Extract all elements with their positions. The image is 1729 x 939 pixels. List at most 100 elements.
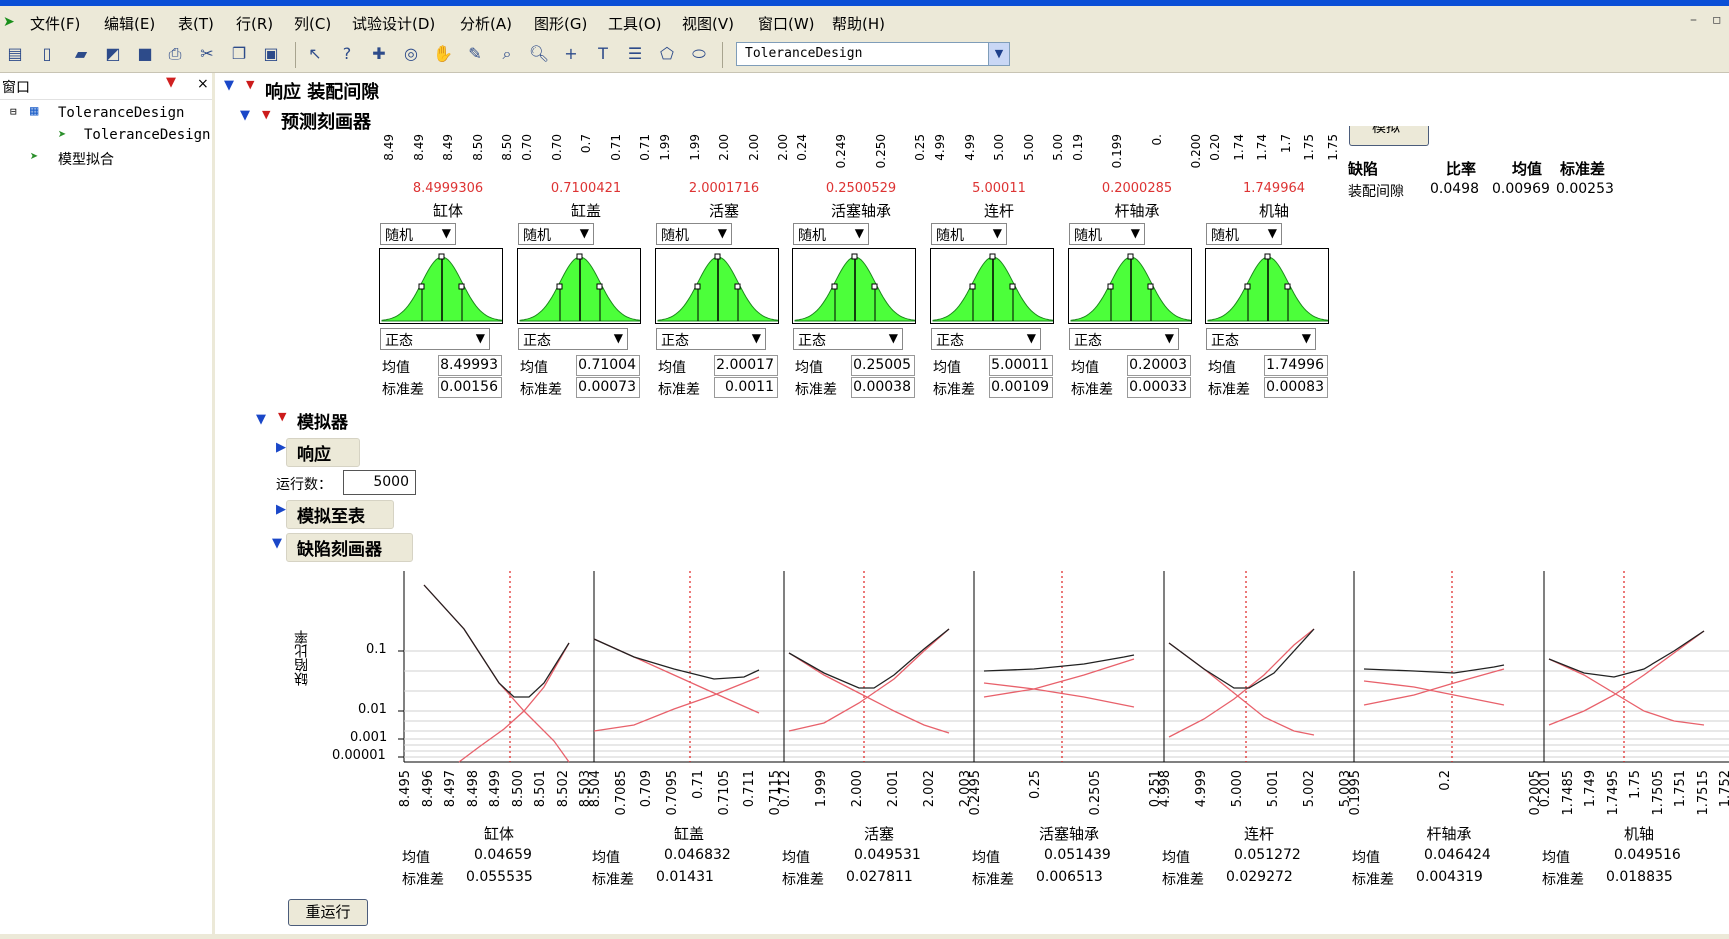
menu-doe[interactable]: 试验设计(D) xyxy=(352,13,435,34)
simulate-to-table-section[interactable]: 模拟至表 xyxy=(286,500,394,529)
tree-item-table[interactable]: ToleranceDesign xyxy=(58,105,184,121)
mean-input[interactable]: 0.25005 xyxy=(851,355,915,376)
chevron-down-icon[interactable]: ▼ xyxy=(1131,226,1140,240)
factor-current-value[interactable]: 0.2500529 xyxy=(801,181,921,196)
sd-input[interactable]: 0.00109 xyxy=(989,377,1053,398)
distribution-plot[interactable] xyxy=(655,248,779,324)
cut-icon[interactable]: ✂ xyxy=(196,43,218,65)
chevron-down-icon[interactable]: ▼ xyxy=(1302,331,1311,345)
dist-type-dropdown[interactable]: 随机 ▼ xyxy=(1206,223,1282,245)
mean-input[interactable]: 2.00017 xyxy=(714,355,778,376)
distribution-plot[interactable] xyxy=(379,248,503,324)
sd-input[interactable]: 0.00083 xyxy=(1264,377,1328,398)
help-tool-icon[interactable]: ? xyxy=(336,43,358,65)
print-icon[interactable]: ⎙ xyxy=(164,43,186,65)
chevron-down-icon[interactable]: ▼ xyxy=(442,226,451,240)
chevron-down-icon[interactable]: ▼ xyxy=(1268,226,1277,240)
plus-icon[interactable]: + xyxy=(560,43,582,65)
distribution-dropdown[interactable]: 正态 ▼ xyxy=(656,328,766,350)
brush-icon[interactable]: ✎ xyxy=(464,43,486,65)
sim-response-section[interactable]: 响应 xyxy=(286,438,360,467)
chevron-down-icon[interactable]: ▼ xyxy=(1027,331,1036,345)
distribution-plot[interactable] xyxy=(792,248,916,324)
dist-type-dropdown[interactable]: 随机 ▼ xyxy=(1069,223,1145,245)
menu-window[interactable]: 窗口(W) xyxy=(758,13,815,34)
paste-icon[interactable]: ▣ xyxy=(260,43,282,65)
dist-type-dropdown[interactable]: 随机 ▼ xyxy=(518,223,594,245)
defect-profiler-section[interactable]: 缺陷刻画器 xyxy=(286,533,413,562)
factor-current-value[interactable]: 5.00011 xyxy=(939,181,1059,196)
sd-input[interactable]: 0.0011 xyxy=(714,377,778,398)
simulate-button[interactable]: 模拟 xyxy=(1349,126,1429,146)
sd-input[interactable]: 0.00033 xyxy=(1127,377,1191,398)
menu-edit[interactable]: 编辑(E) xyxy=(104,13,155,34)
distribution-dropdown[interactable]: 正态 ▼ xyxy=(518,328,628,350)
menu-help[interactable]: 帮助(H) xyxy=(832,13,885,34)
import-icon[interactable]: ◩ xyxy=(102,43,124,65)
menu-graph[interactable]: 图形(G) xyxy=(534,13,587,34)
dist-type-dropdown[interactable]: 随机 ▼ xyxy=(931,223,1007,245)
expand-icon[interactable]: ▶ xyxy=(276,502,286,517)
sd-input[interactable]: 0.00156 xyxy=(438,377,502,398)
red-triangle-menu-icon[interactable]: ▼ xyxy=(246,78,254,91)
distribution-dropdown[interactable]: 正态 ▼ xyxy=(1206,328,1316,350)
open-icon[interactable]: ▰ xyxy=(70,43,92,65)
grabber-icon[interactable]: ✋ xyxy=(432,43,454,65)
factor-current-value[interactable]: 8.4999306 xyxy=(388,181,508,196)
disclosure-icon[interactable]: ▼ xyxy=(224,78,234,93)
chevron-down-icon[interactable]: ▼ xyxy=(993,226,1002,240)
distribution-dropdown[interactable]: 正态 ▼ xyxy=(931,328,1041,350)
dist-type-dropdown[interactable]: 随机 ▼ xyxy=(793,223,869,245)
save-icon[interactable]: ■ xyxy=(134,43,156,65)
menu-view[interactable]: 视图(V) xyxy=(682,13,734,34)
dist-type-dropdown[interactable]: 随机 ▼ xyxy=(380,223,456,245)
chevron-down-icon[interactable]: ▼ xyxy=(614,331,623,345)
chevron-down-icon[interactable]: ▼ xyxy=(580,226,589,240)
factor-current-value[interactable]: 0.7100421 xyxy=(526,181,646,196)
distribution-dropdown[interactable]: 正态 ▼ xyxy=(1069,328,1179,350)
new-table-icon[interactable]: ▤ xyxy=(4,43,26,65)
rerun-button[interactable]: 重运行 xyxy=(288,899,368,926)
chevron-down-icon[interactable]: ▼ xyxy=(1165,331,1174,345)
red-triangle-menu-icon[interactable]: ▼ xyxy=(278,410,286,423)
expand-icon[interactable]: ▶ xyxy=(276,440,286,455)
menu-cols[interactable]: 列(C) xyxy=(294,13,331,34)
menu-file[interactable]: 文件(F) xyxy=(30,13,80,34)
target-icon[interactable]: ◎ xyxy=(400,43,422,65)
close-icon[interactable]: × xyxy=(197,76,209,92)
tree-item-model[interactable]: 模型拟合 xyxy=(58,149,114,169)
collapse-icon[interactable]: ⊟ xyxy=(10,105,17,118)
polygon-icon[interactable]: ⬠ xyxy=(656,43,678,65)
distribution-plot[interactable] xyxy=(1205,248,1329,324)
disclosure-icon[interactable]: ▼ xyxy=(256,412,266,427)
line-icon[interactable]: ☰ xyxy=(624,43,646,65)
menu-analyze[interactable]: 分析(A) xyxy=(460,13,512,34)
magnifier-icon[interactable]: 🔍︎ xyxy=(528,43,550,65)
chevron-down-icon[interactable]: ▼ xyxy=(889,331,898,345)
distribution-dropdown[interactable]: 正态 ▼ xyxy=(380,328,490,350)
crosshair-icon[interactable]: ✚ xyxy=(368,43,390,65)
factor-current-value[interactable]: 0.2000285 xyxy=(1077,181,1197,196)
runs-input[interactable]: 5000 xyxy=(343,470,416,495)
mean-input[interactable]: 0.20003 xyxy=(1127,355,1191,376)
chevron-down-icon[interactable]: ▼ xyxy=(988,43,1009,65)
menu-tools[interactable]: 工具(O) xyxy=(608,13,662,34)
red-triangle-menu-icon[interactable]: ▼ xyxy=(262,108,270,121)
sd-input[interactable]: 0.00073 xyxy=(576,377,640,398)
mean-input[interactable]: 0.71004 xyxy=(576,355,640,376)
arrow-tool-icon[interactable]: ↖ xyxy=(304,43,326,65)
sd-input[interactable]: 0.00038 xyxy=(851,377,915,398)
lasso-icon[interactable]: ⌕ xyxy=(496,43,518,65)
pane-menu-icon[interactable]: ▼ xyxy=(166,75,176,90)
chevron-down-icon[interactable]: ▼ xyxy=(855,226,864,240)
disclosure-icon[interactable]: ▼ xyxy=(272,536,282,551)
menu-rows[interactable]: 行(R) xyxy=(236,13,273,34)
tree-item-report[interactable]: ToleranceDesign xyxy=(84,127,210,143)
distribution-plot[interactable] xyxy=(1068,248,1192,324)
annotate-icon[interactable]: T xyxy=(592,43,614,65)
menu-table[interactable]: 表(T) xyxy=(178,13,214,34)
mean-input[interactable]: 8.49993 xyxy=(438,355,502,376)
ellipse-icon[interactable]: ⬭ xyxy=(688,43,710,65)
disclosure-icon[interactable]: ▼ xyxy=(240,108,250,123)
distribution-plot[interactable] xyxy=(517,248,641,324)
